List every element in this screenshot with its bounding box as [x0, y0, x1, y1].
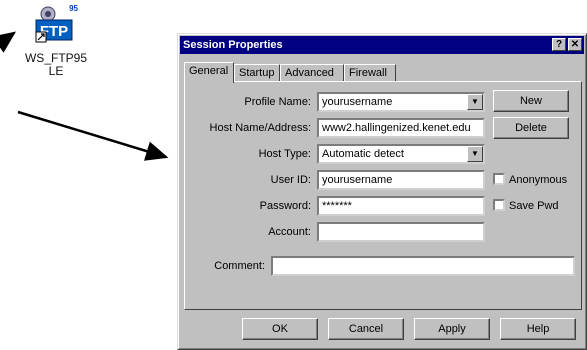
arrow-to-icon — [0, 31, 17, 53]
general-tab-panel: Profile Name: yourusername ▼ Host Name/A… — [184, 81, 582, 310]
dialog-title-bar[interactable]: Session Properties ? ✕ — [180, 36, 584, 54]
dialog-title: Session Properties — [183, 39, 283, 51]
cancel-button[interactable]: Cancel — [328, 318, 404, 340]
host-name-label: Host Name/Address: — [209, 122, 311, 134]
save-pwd-checkbox-label: Save Pwd — [509, 200, 559, 212]
save-pwd-checkbox-box[interactable] — [493, 199, 505, 211]
comment-label: Comment: — [214, 260, 265, 272]
host-name-field[interactable]: www2.hallingenized.kenet.edu — [317, 118, 485, 138]
comment-field[interactable] — [271, 256, 575, 276]
password-label: Password: — [259, 200, 311, 212]
tab-startup[interactable]: Startup — [234, 64, 280, 82]
session-properties-dialog: Session Properties ? ✕ General Startup A… — [177, 33, 587, 350]
help-button[interactable]: Help — [500, 318, 576, 340]
anonymous-checkbox[interactable]: Anonymous — [493, 173, 567, 187]
tab-firewall[interactable]: Firewall — [344, 64, 396, 82]
account-field[interactable] — [317, 222, 485, 242]
save-pwd-checkbox[interactable]: Save Pwd — [493, 199, 559, 213]
host-type-value: Automatic detect — [322, 148, 404, 160]
chevron-down-icon[interactable]: ▼ — [467, 146, 483, 162]
profile-name-combo[interactable]: yourusername ▼ — [317, 92, 485, 112]
profile-name-label: Profile Name: — [244, 96, 311, 108]
ok-button[interactable]: OK — [242, 318, 318, 340]
ftp-app-icon: FTP 95 — [34, 4, 78, 48]
profile-name-value: yourusername — [322, 96, 393, 108]
chevron-down-icon[interactable]: ▼ — [467, 94, 483, 110]
apply-button[interactable]: Apply — [414, 318, 490, 340]
version-badge: 95 — [69, 4, 78, 13]
tab-advanced[interactable]: Advanced — [280, 64, 344, 82]
user-id-field[interactable]: yourusername — [317, 170, 485, 190]
anonymous-checkbox-box[interactable] — [493, 173, 505, 185]
host-type-label: Host Type: — [258, 148, 311, 160]
new-button[interactable]: New — [493, 90, 569, 112]
anonymous-checkbox-label: Anonymous — [509, 174, 568, 186]
arrow-to-dialog — [17, 110, 169, 161]
host-type-select[interactable]: Automatic detect ▼ — [317, 144, 485, 164]
icon-sublabel: LE — [48, 64, 64, 78]
tab-general[interactable]: General — [184, 62, 234, 83]
delete-button[interactable]: Delete — [493, 117, 569, 139]
help-icon[interactable]: ? — [552, 38, 566, 51]
close-icon[interactable]: ✕ — [568, 38, 582, 51]
ws-ftp-desktop-shortcut[interactable]: FTP 95 WS_FTP95 LE — [18, 4, 94, 78]
password-field[interactable]: ******* — [317, 196, 485, 216]
user-id-label: User ID: — [270, 174, 311, 186]
account-label: Account: — [268, 226, 311, 238]
